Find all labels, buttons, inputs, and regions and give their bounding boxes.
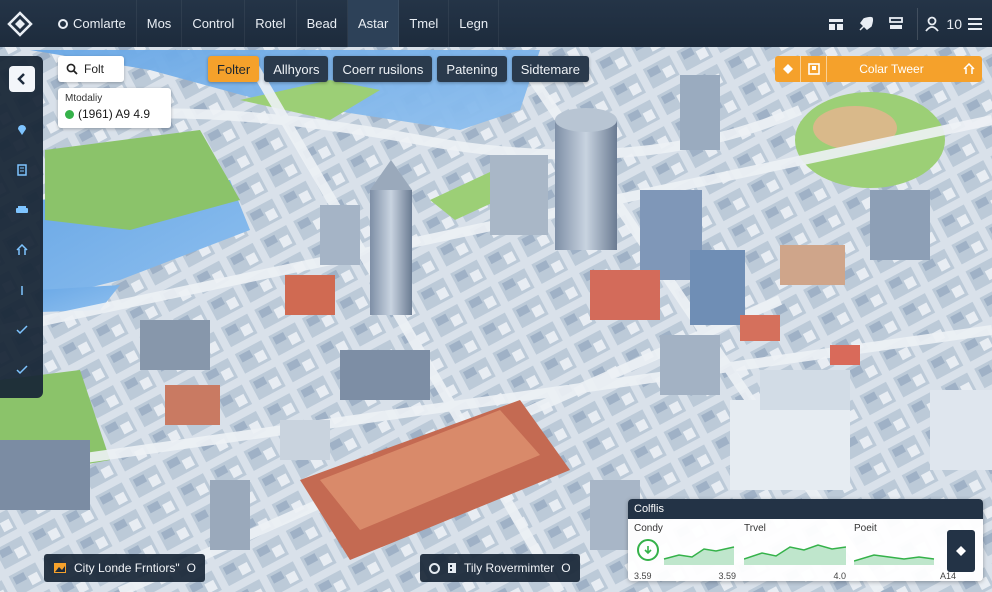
chevron-left-icon (16, 73, 25, 85)
tab-folter[interactable]: Folter (208, 56, 260, 82)
metric-value-left: 3.59 (634, 571, 652, 581)
collapse-sidebar-button[interactable] (8, 66, 35, 92)
layers-icon[interactable] (881, 9, 911, 39)
info-card-label: Mtodaliy (65, 93, 103, 104)
main-menu: Comlarte Mos Control Rotel Bead Astar Tm… (48, 0, 500, 47)
info-icon[interactable] (10, 278, 34, 302)
menu-item-label: Astar (357, 16, 389, 31)
menu-item-label: Bead (306, 16, 337, 31)
menu-item-label: Rotel (255, 16, 286, 31)
stats-panel-title: Colflis (628, 499, 983, 519)
rocket-icon[interactable] (851, 9, 881, 39)
search-box[interactable] (58, 56, 124, 82)
location-label-city[interactable]: City Londe Frntiors" O (44, 554, 205, 582)
vehicle-icon[interactable] (10, 198, 34, 222)
metric-trvel: Trvel 4.0 (743, 523, 847, 581)
download-icon[interactable] (637, 539, 659, 561)
location-label-trailing: O (561, 561, 571, 575)
location-label-text: Tily Rovermimter (464, 561, 555, 575)
search-input[interactable] (84, 62, 116, 76)
menu-item-astar[interactable]: Astar (347, 0, 400, 47)
metric-values: A14 (854, 571, 956, 581)
metric-label: Poeit (854, 523, 877, 534)
circle-icon (58, 18, 68, 29)
document-icon[interactable] (10, 158, 34, 182)
menu-item-comlarte[interactable]: Comlarte (48, 0, 137, 47)
info-card-row: (1961) A9 4.9 (65, 107, 164, 121)
diamond-icon[interactable] (775, 56, 801, 82)
info-card: Mtodaliy (1961) A9 4.9 (58, 88, 171, 128)
location-label-text: City Londe Frntiors" (74, 561, 180, 575)
left-sidebar (0, 56, 43, 398)
menu-item-mos[interactable]: Mos (137, 0, 183, 47)
menu-item-control[interactable]: Control (182, 0, 246, 47)
user-block[interactable]: 10 (924, 16, 992, 32)
app-logo-icon[interactable] (0, 0, 40, 47)
metric-value-right: 4.0 (833, 571, 846, 581)
building-icon (448, 563, 456, 573)
menu-item-legn[interactable]: Legn (449, 0, 500, 47)
divider (917, 7, 919, 40)
metric-values: 3.59 3.59 (634, 571, 736, 581)
stats-panel: Colflis Condy 3.59 3.59 Trvel 4.0 Poeit … (628, 499, 983, 581)
menu-item-label: Control (192, 16, 235, 31)
metric-values: 4.0 (744, 571, 846, 581)
tab-allhyors[interactable]: Allhyors (264, 56, 329, 82)
location-pin-icon[interactable] (10, 118, 34, 142)
hamburger-menu-icon[interactable] (968, 17, 982, 30)
menu-item-label: Comlarte (73, 16, 126, 31)
stats-expand-button[interactable] (947, 530, 975, 572)
menu-item-label: Tmel (409, 16, 439, 31)
menu-item-label: Legn (459, 16, 489, 31)
home-icon[interactable] (956, 56, 982, 82)
tab-coerr-rusilons[interactable]: Coerr rusilons (333, 56, 433, 82)
metric-poeit: Poeit A14 (853, 523, 956, 581)
panel-icon[interactable] (801, 56, 827, 82)
user-count: 10 (946, 15, 962, 32)
info-card-value: (1961) A9 4.9 (78, 107, 151, 121)
sparkline-chart (853, 554, 935, 565)
menu-item-tmel[interactable]: Tmel (399, 0, 450, 47)
tab-patening[interactable]: Patening (437, 56, 507, 82)
map-toolbar-tabs: Folter Allhyors Coerr rusilons Patening … (208, 56, 589, 82)
stats-panel-body: Condy 3.59 3.59 Trvel 4.0 Poeit A14 (628, 519, 983, 581)
user-icon (925, 16, 940, 32)
menu-item-label: Mos (146, 16, 172, 31)
orange-panel-label: Colar Tweer (859, 62, 924, 76)
check-icon[interactable] (10, 318, 34, 342)
status-dot (65, 109, 74, 119)
metric-value-right: A14 (939, 571, 956, 581)
top-bar: Comlarte Mos Control Rotel Bead Astar Tm… (0, 0, 992, 47)
location-label-trailing: O (186, 561, 196, 575)
check-icon[interactable] (10, 358, 34, 382)
menu-item-rotel[interactable]: Rotel (245, 0, 297, 47)
menu-item-bead[interactable]: Bead (297, 0, 348, 47)
image-icon (54, 563, 66, 573)
metric-value-right: 3.59 (718, 571, 736, 581)
metric-label: Trvel (744, 523, 766, 534)
location-label-rovermimter[interactable]: Tily Rovermimter O (420, 554, 580, 582)
tab-sidtemare[interactable]: Sidtemare (511, 56, 589, 82)
bar-chart-icon[interactable] (821, 9, 851, 39)
home-icon[interactable] (10, 238, 34, 262)
diamond-icon (956, 546, 966, 556)
top-right-tools: 10 (821, 0, 992, 47)
metric-label: Condy (634, 523, 663, 534)
sparkline-chart (743, 544, 847, 565)
search-icon (66, 63, 78, 75)
top-right-orange-panel: Colar Tweer (775, 56, 982, 82)
circle-icon (429, 562, 440, 574)
